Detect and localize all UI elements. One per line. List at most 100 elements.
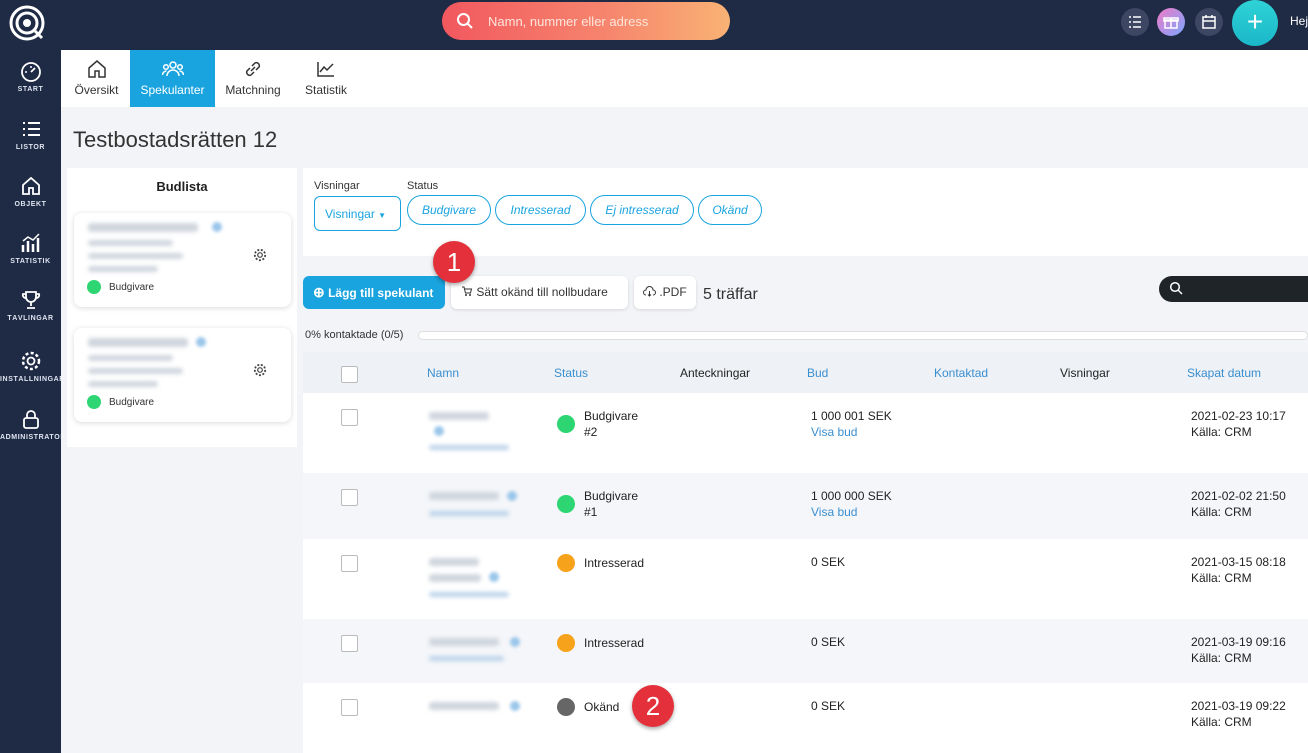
stats-icon xyxy=(21,233,40,252)
tab-oversikt[interactable]: Översikt xyxy=(69,50,124,107)
table-row[interactable]: Okänd 0 SEK 2021-03-19 09:22 Källa: CRM xyxy=(303,683,1308,753)
gift-icon[interactable] xyxy=(1157,8,1185,36)
status-dot xyxy=(557,415,575,433)
row-status: Budgivare #2 xyxy=(584,409,639,439)
table-header: Namn Status Anteckningar Bud Kontaktad V… xyxy=(303,352,1308,393)
calendar-icon[interactable] xyxy=(1195,8,1223,36)
table-row[interactable]: Budgivare #2 1 000 001 SEK Visa bud 2021-… xyxy=(303,393,1308,473)
visa-bud-link[interactable]: Visa bud xyxy=(811,505,857,519)
home-icon xyxy=(21,176,40,195)
add-spekulant-button[interactable]: ⊕ Lägg till spekulant xyxy=(303,276,445,309)
tasks-icon[interactable] xyxy=(1121,8,1149,36)
gear-icon xyxy=(21,351,40,371)
row-checkbox[interactable] xyxy=(341,699,358,716)
row-bud: 1 000 000 SEK xyxy=(811,489,892,503)
status-label: Status xyxy=(407,180,439,192)
row-created-date: 2021-03-19 09:22 xyxy=(1191,699,1286,713)
filter-pill-budgivare[interactable]: Budgivare xyxy=(407,195,491,225)
visa-bud-link[interactable]: Visa bud xyxy=(811,425,857,439)
tab-statistik[interactable]: Statistik xyxy=(299,50,353,107)
status-dot xyxy=(87,395,101,409)
trophy-icon xyxy=(21,291,40,309)
contacted-progress-bar xyxy=(418,331,1308,340)
caret-down-icon: ▼ xyxy=(378,211,387,220)
nav-item-administrator[interactable]: ADMINISTRATÖR xyxy=(0,408,61,458)
column-header-status[interactable]: Status xyxy=(554,366,588,380)
filter-pill-ej-intresserad[interactable]: Ej intresserad xyxy=(590,195,694,225)
gear-icon[interactable] xyxy=(253,248,267,262)
row-bud: 0 SEK xyxy=(811,699,846,713)
bid-card[interactable]: Budgivare xyxy=(74,213,291,307)
global-search-input[interactable]: Namn, nummer eller adress xyxy=(442,2,730,40)
column-header-skapat-datum[interactable]: Skapat datum xyxy=(1187,366,1261,380)
visningar-label: Visningar xyxy=(314,180,360,192)
select-all-checkbox[interactable] xyxy=(341,366,358,383)
app-logo-icon[interactable] xyxy=(8,4,46,42)
table-row[interactable]: Intresserad 0 SEK 2021-03-19 09:16 Källa… xyxy=(303,619,1308,683)
tab-matchning[interactable]: Matchning xyxy=(221,50,285,107)
row-source: Källa: CRM xyxy=(1191,715,1252,729)
status-dot xyxy=(87,280,101,294)
set-unknown-button[interactable]: Sätt okänd till nollbudare xyxy=(451,276,628,309)
search-placeholder: Namn, nummer eller adress xyxy=(488,14,649,29)
nav-item-tavlingar[interactable]: TÄVLINGAR xyxy=(0,289,61,339)
dashboard-icon xyxy=(20,62,41,82)
column-header-kontaktad[interactable]: Kontaktad xyxy=(934,366,988,380)
row-bud: 0 SEK xyxy=(811,635,846,649)
row-created-date: 2021-02-23 10:17 xyxy=(1191,409,1286,423)
row-bud: 1 000 001 SEK xyxy=(811,409,892,423)
cloud-download-icon xyxy=(643,286,656,297)
search-icon xyxy=(1169,281,1183,295)
status-dot xyxy=(557,698,575,716)
column-header-bud[interactable]: Bud xyxy=(807,366,828,380)
left-nav: START LISTOR OBJEKT STATISTIK TÄVLINGAR … xyxy=(0,50,61,753)
list-icon xyxy=(22,122,40,136)
contacted-progress-label: 0% kontaktade (0/5) xyxy=(305,329,404,341)
filter-pill-okand[interactable]: Okänd xyxy=(698,195,762,225)
row-status: Intresserad xyxy=(584,556,645,570)
row-status: Okänd xyxy=(584,700,620,714)
bid-card-status: Budgivare xyxy=(109,282,155,293)
row-checkbox[interactable] xyxy=(341,635,358,652)
filter-pill-intresserad[interactable]: Intresserad xyxy=(495,195,586,225)
budlista-title: Budlista xyxy=(156,179,208,194)
gear-icon[interactable] xyxy=(253,363,267,377)
nav-item-start[interactable]: START xyxy=(0,60,61,110)
hits-count: 5 träffar xyxy=(703,286,758,303)
lock-icon xyxy=(22,410,39,429)
row-created-date: 2021-03-19 09:16 xyxy=(1191,635,1286,649)
page-title: Testbostadsrätten 12 xyxy=(73,127,278,152)
annotation-badge-1: 1 xyxy=(433,241,475,283)
tab-spekulanter[interactable]: Spekulanter xyxy=(130,50,215,107)
greeting-text: Hej xyxy=(1290,14,1308,28)
nav-item-statistik[interactable]: STATISTIK xyxy=(0,232,61,282)
nav-item-objekt[interactable]: OBJEKT xyxy=(0,175,61,225)
row-bud: 0 SEK xyxy=(811,555,846,569)
row-checkbox[interactable] xyxy=(341,555,358,572)
row-status: Intresserad xyxy=(584,636,645,650)
pdf-button[interactable]: .PDF xyxy=(634,276,696,309)
table-search-input[interactable] xyxy=(1159,276,1308,302)
row-checkbox[interactable] xyxy=(341,489,358,506)
status-dot xyxy=(557,495,575,513)
bid-card[interactable]: Budgivare xyxy=(74,328,291,422)
visningar-dropdown[interactable]: Visningar ▼ xyxy=(314,196,401,231)
budlista-panel: Budlista Budgivare Budgivare xyxy=(67,168,297,447)
table-row[interactable]: Intresserad 0 SEK 2021-03-15 08:18 Källa… xyxy=(303,539,1308,619)
table-row[interactable]: Budgivare #1 1 000 000 SEK Visa bud 2021-… xyxy=(303,473,1308,539)
row-created-date: 2021-03-15 08:18 xyxy=(1191,555,1286,569)
column-header-namn[interactable]: Namn xyxy=(427,366,459,380)
nav-item-listor[interactable]: LISTOR xyxy=(0,118,61,168)
row-source: Källa: CRM xyxy=(1191,651,1252,665)
row-source: Källa: CRM xyxy=(1191,505,1252,519)
top-bar: Namn, nummer eller adress + Hej xyxy=(0,0,1308,50)
row-checkbox[interactable] xyxy=(341,409,358,426)
bid-card-status: Budgivare xyxy=(109,397,155,408)
create-button[interactable]: + xyxy=(1232,0,1278,46)
row-source: Källa: CRM xyxy=(1191,571,1252,585)
cart-icon xyxy=(462,286,473,296)
spekulanter-table: Namn Status Anteckningar Bud Kontaktad V… xyxy=(303,352,1308,753)
column-header-anteckningar: Anteckningar xyxy=(680,366,751,380)
column-header-visningar: Visningar xyxy=(1060,366,1110,380)
nav-item-installningar[interactable]: INSTÄLLNINGAR xyxy=(0,350,61,400)
